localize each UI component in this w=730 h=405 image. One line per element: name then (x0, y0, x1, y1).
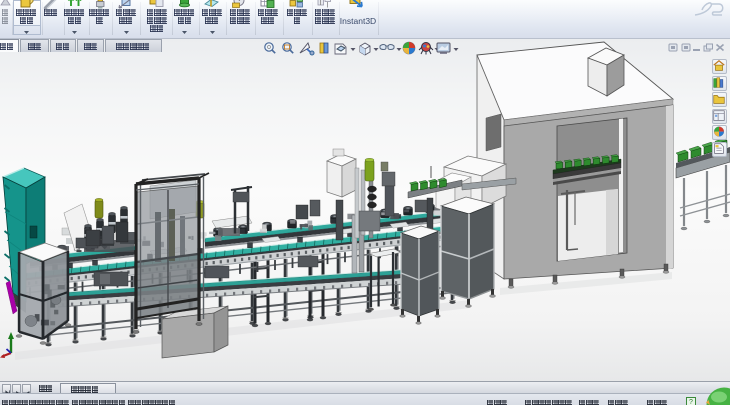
svg-text:?: ? (689, 399, 693, 405)
